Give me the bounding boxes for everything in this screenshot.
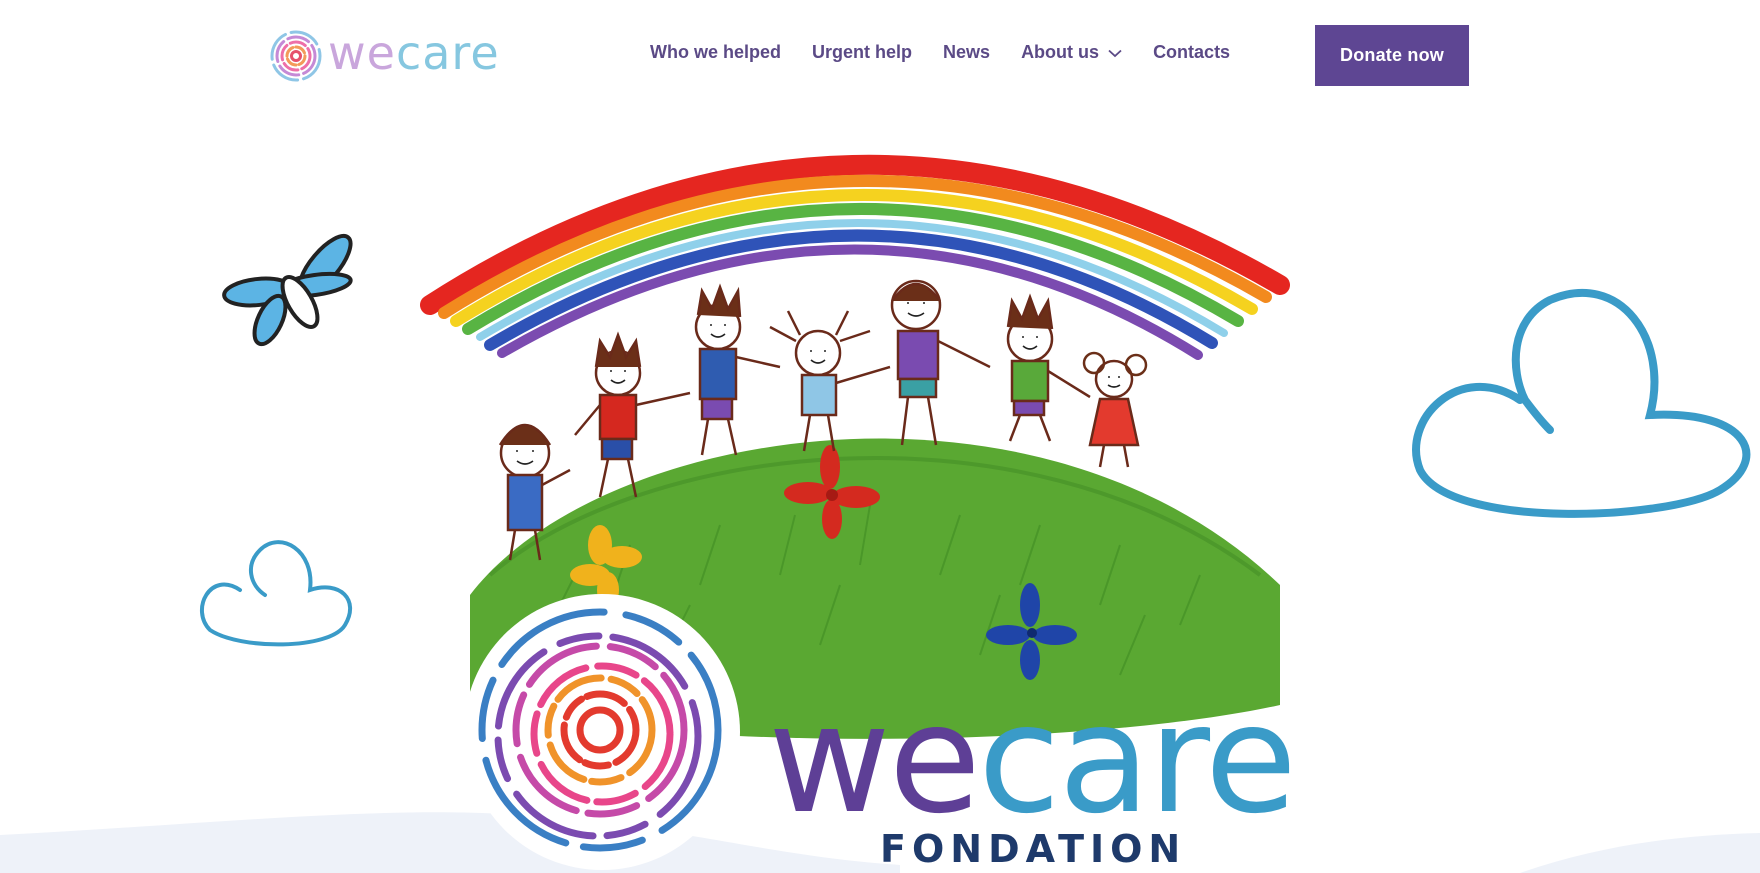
brand-subtitle: FONDATION	[880, 827, 1187, 871]
cloud-icon	[199, 540, 352, 647]
nav-about-us[interactable]: About us	[1021, 42, 1122, 63]
hero-section: we care FONDATION	[0, 105, 1760, 873]
brand-wordmark-we: we	[768, 673, 981, 847]
cloud-icon	[1412, 289, 1751, 518]
site-logo[interactable]: wecare	[268, 28, 500, 84]
main-nav: Who we helped Urgent help News About us …	[650, 42, 1261, 63]
logo-care: care	[395, 26, 500, 80]
nav-urgent-help[interactable]: Urgent help	[812, 42, 912, 63]
dragonfly-icon	[222, 233, 353, 347]
nav-contacts[interactable]: Contacts	[1153, 42, 1230, 63]
nav-news[interactable]: News	[943, 42, 990, 63]
nav-about-us-label: About us	[1021, 42, 1100, 62]
logo-wordmark: wecare	[328, 28, 500, 78]
site-header: wecare Who we helped Urgent help News Ab…	[0, 0, 1760, 105]
logo-we: we	[328, 26, 396, 80]
donate-button[interactable]: Donate now	[1315, 25, 1469, 86]
nav-who-we-helped[interactable]: Who we helped	[650, 42, 781, 63]
brand-swirl-logo-icon	[464, 594, 740, 870]
chevron-down-icon	[1108, 42, 1122, 63]
swirl-logo-icon	[270, 30, 322, 82]
brand-wordmark-care: care	[978, 673, 1297, 847]
